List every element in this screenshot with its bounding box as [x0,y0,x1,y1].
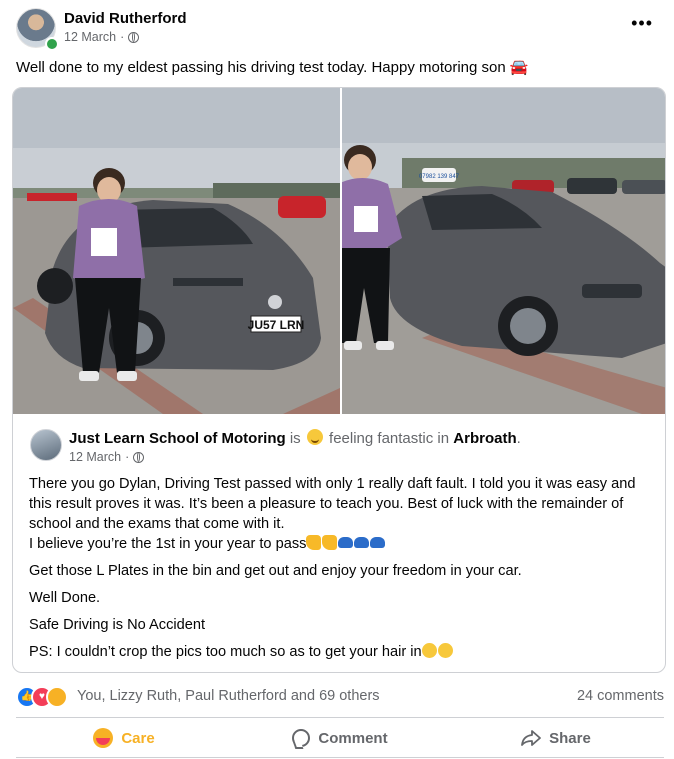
shared-date[interactable]: 12 March [69,450,121,464]
car-icon [370,537,386,548]
post-date[interactable]: 12 March [64,30,116,44]
online-status-icon [45,37,59,51]
feeling-text: feeling fantastic in [329,430,450,447]
car-icon [338,537,354,548]
post-header: David Rutherford 12 March · ••• [16,8,661,51]
post-meta: 12 March · [64,30,140,44]
instructor-sign-text: 07982 139 847 [419,174,460,180]
page-name[interactable]: Just Learn School of Motoring [69,430,286,447]
paragraph-3: Get those L Plates in the bin and get ou… [29,563,522,579]
thumbs-up-icon [306,535,322,550]
divider [16,757,664,758]
comments-count[interactable]: 24 comments [577,688,664,704]
reaction-names[interactable]: You, Lizzy Ruth, Paul Rutherford and 69 … [77,688,380,704]
globe-icon [128,31,140,43]
laughing-emoji-icon [437,643,453,658]
shared-post-card[interactable]: JU57 LRN 07982 139 847 Just Learn School… [12,87,666,673]
reaction-icons[interactable]: 👍 ♥ [16,686,74,708]
globe-icon [133,451,145,463]
paragraph-2: I believe you’re the 1st in your year to… [29,534,655,554]
post-text: Well done to my eldest passing his drivi… [16,59,529,76]
paragraph-1: There you go Dylan, Driving Test passed … [29,476,636,532]
shared-header-line: Just Learn School of Motoring is feeling… [69,429,521,447]
action-bar: Care Comment Share [16,719,664,757]
author-name[interactable]: David Rutherford [64,10,187,27]
comment-button[interactable]: Comment [232,719,448,757]
paragraph-4: Well Done. [29,590,101,606]
photo-left[interactable]: JU57 LRN [13,88,340,414]
share-button[interactable]: Share [448,719,664,757]
paragraph-6: PS: I couldn’t crop the pics too much so… [29,642,655,662]
photo-right[interactable]: 07982 139 847 [342,88,665,414]
care-button[interactable]: Care [16,719,232,757]
comment-icon [292,729,311,747]
thumbs-up-icon [322,535,338,550]
share-icon [521,730,542,746]
care-icon [93,728,114,748]
page-avatar[interactable] [30,429,62,461]
divider [16,717,664,718]
more-options-button[interactable]: ••• [631,14,653,32]
reactions-summary: 👍 ♥ You, Lizzy Ruth, Paul Rutherford and… [16,684,664,708]
location-link[interactable]: Arbroath [453,430,516,447]
license-plate-left: JU57 LRN [248,318,305,332]
car-icon [354,537,370,548]
care-icon [46,686,68,708]
shared-meta: 12 March · [69,450,145,464]
laughing-emoji-icon [421,643,437,658]
paragraph-5: Safe Driving is No Accident [29,617,206,633]
feeling-emoji-icon [306,429,323,445]
shared-text: There you go Dylan, Driving Test passed … [29,474,655,669]
